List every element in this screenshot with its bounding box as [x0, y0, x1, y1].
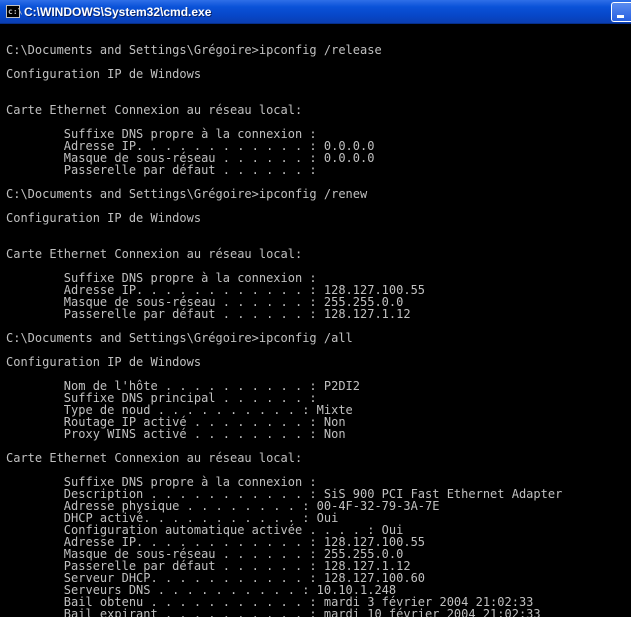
window-title: C:\WINDOWS\System32\cmd.exe — [24, 5, 212, 19]
title-bar[interactable]: c:\ C:\WINDOWS\System32\cmd.exe — [0, 0, 631, 24]
console-line: Bail expirant . . . . . . . . . . : mard… — [6, 607, 541, 617]
console-line: Configuration IP de Windows — [6, 211, 202, 225]
console-line: Carte Ethernet Connexion au réseau local… — [6, 103, 303, 117]
console-output[interactable]: C:\Documents and Settings\Grégoire>ipcon… — [0, 24, 631, 617]
console-line: C:\Documents and Settings\Grégoire>ipcon… — [6, 331, 353, 345]
console-line: Configuration IP de Windows — [6, 67, 202, 81]
console-line: C:\Documents and Settings\Grégoire>ipcon… — [6, 187, 368, 201]
console-line: Passerelle par défaut . . . . . . : — [6, 163, 317, 177]
console-line: Passerelle par défaut . . . . . . : 128.… — [6, 307, 411, 321]
cmd-window: c:\ C:\WINDOWS\System32\cmd.exe C:\Docum… — [0, 0, 631, 617]
console-line: C:\Documents and Settings\Grégoire>ipcon… — [6, 43, 382, 57]
console-line: Carte Ethernet Connexion au réseau local… — [6, 451, 303, 465]
console-line: Configuration IP de Windows — [6, 355, 202, 369]
console-line: Carte Ethernet Connexion au réseau local… — [6, 247, 303, 261]
minimize-icon — [617, 15, 624, 18]
minimize-button[interactable] — [611, 2, 631, 22]
console-icon[interactable]: c:\ — [6, 5, 22, 18]
console-line: Proxy WINS activé . . . . . . . . : Non — [6, 427, 346, 441]
